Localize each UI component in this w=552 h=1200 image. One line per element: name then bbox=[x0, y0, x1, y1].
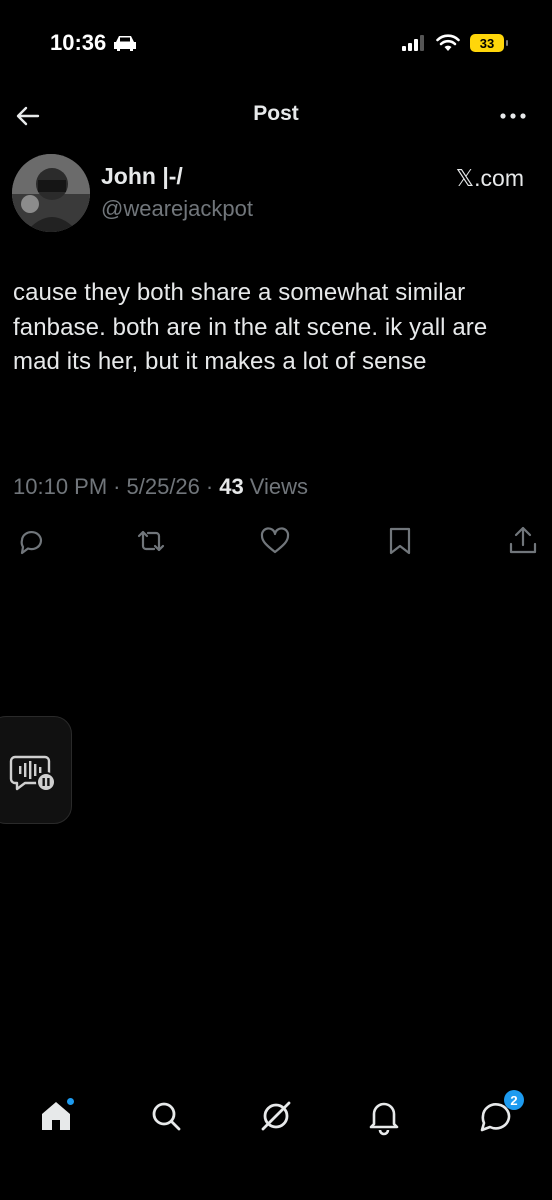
more-button[interactable] bbox=[498, 104, 528, 128]
reply-icon bbox=[20, 531, 43, 555]
battery-icon: 33 bbox=[470, 34, 508, 52]
views-count: 43 bbox=[219, 474, 244, 499]
notifications-icon bbox=[369, 1102, 399, 1136]
search-icon bbox=[152, 1102, 181, 1131]
grok-icon bbox=[261, 1101, 291, 1131]
repost-icon bbox=[137, 530, 165, 552]
author-name[interactable]: John |-/ bbox=[101, 163, 183, 190]
source-label: 𝕏.com bbox=[455, 165, 524, 191]
more-icon bbox=[500, 113, 526, 119]
nav-home[interactable] bbox=[36, 1096, 76, 1136]
share-button[interactable] bbox=[506, 524, 540, 558]
meta-separator: · bbox=[113, 474, 121, 499]
like-button[interactable] bbox=[258, 524, 292, 558]
views-label[interactable]: Views bbox=[250, 474, 308, 500]
nav-search[interactable] bbox=[146, 1096, 186, 1136]
cellular-signal-icon bbox=[402, 35, 424, 51]
car-icon bbox=[114, 36, 137, 51]
messages-badge: 2 bbox=[504, 1090, 524, 1110]
bookmark-button[interactable] bbox=[383, 524, 417, 558]
share-icon bbox=[509, 526, 537, 554]
status-time: 10:36 bbox=[50, 30, 138, 56]
audio-player-pill[interactable] bbox=[0, 716, 72, 824]
nav-grok[interactable] bbox=[256, 1096, 296, 1136]
bookmark-icon bbox=[389, 527, 411, 555]
wifi-icon bbox=[436, 34, 460, 51]
reply-button[interactable] bbox=[14, 524, 48, 558]
post-meta: 10:10 PM · 5/25/26 · 43 Views bbox=[13, 474, 308, 500]
avatar-image bbox=[12, 154, 90, 232]
nav-notifications[interactable] bbox=[364, 1096, 404, 1136]
home-notification-dot bbox=[67, 1098, 74, 1105]
post-time: 10:10 PM bbox=[13, 474, 108, 499]
status-indicators: 33 bbox=[402, 34, 508, 52]
meta-separator: · bbox=[205, 474, 214, 499]
page-title: Post bbox=[253, 102, 299, 125]
author-handle[interactable]: @wearejackpot bbox=[101, 196, 253, 222]
nav-messages[interactable]: 2 bbox=[476, 1090, 524, 1136]
avatar[interactable] bbox=[12, 154, 90, 232]
clock-label: 10:36 bbox=[50, 30, 107, 55]
audio-spaces-icon[interactable] bbox=[9, 751, 69, 801]
battery-level: 33 bbox=[479, 35, 495, 51]
post-date: 5/25/26 bbox=[126, 474, 200, 499]
post-text: cause they both share a somewhat similar… bbox=[13, 279, 488, 375]
repost-button[interactable] bbox=[134, 524, 168, 558]
like-icon bbox=[260, 527, 290, 554]
